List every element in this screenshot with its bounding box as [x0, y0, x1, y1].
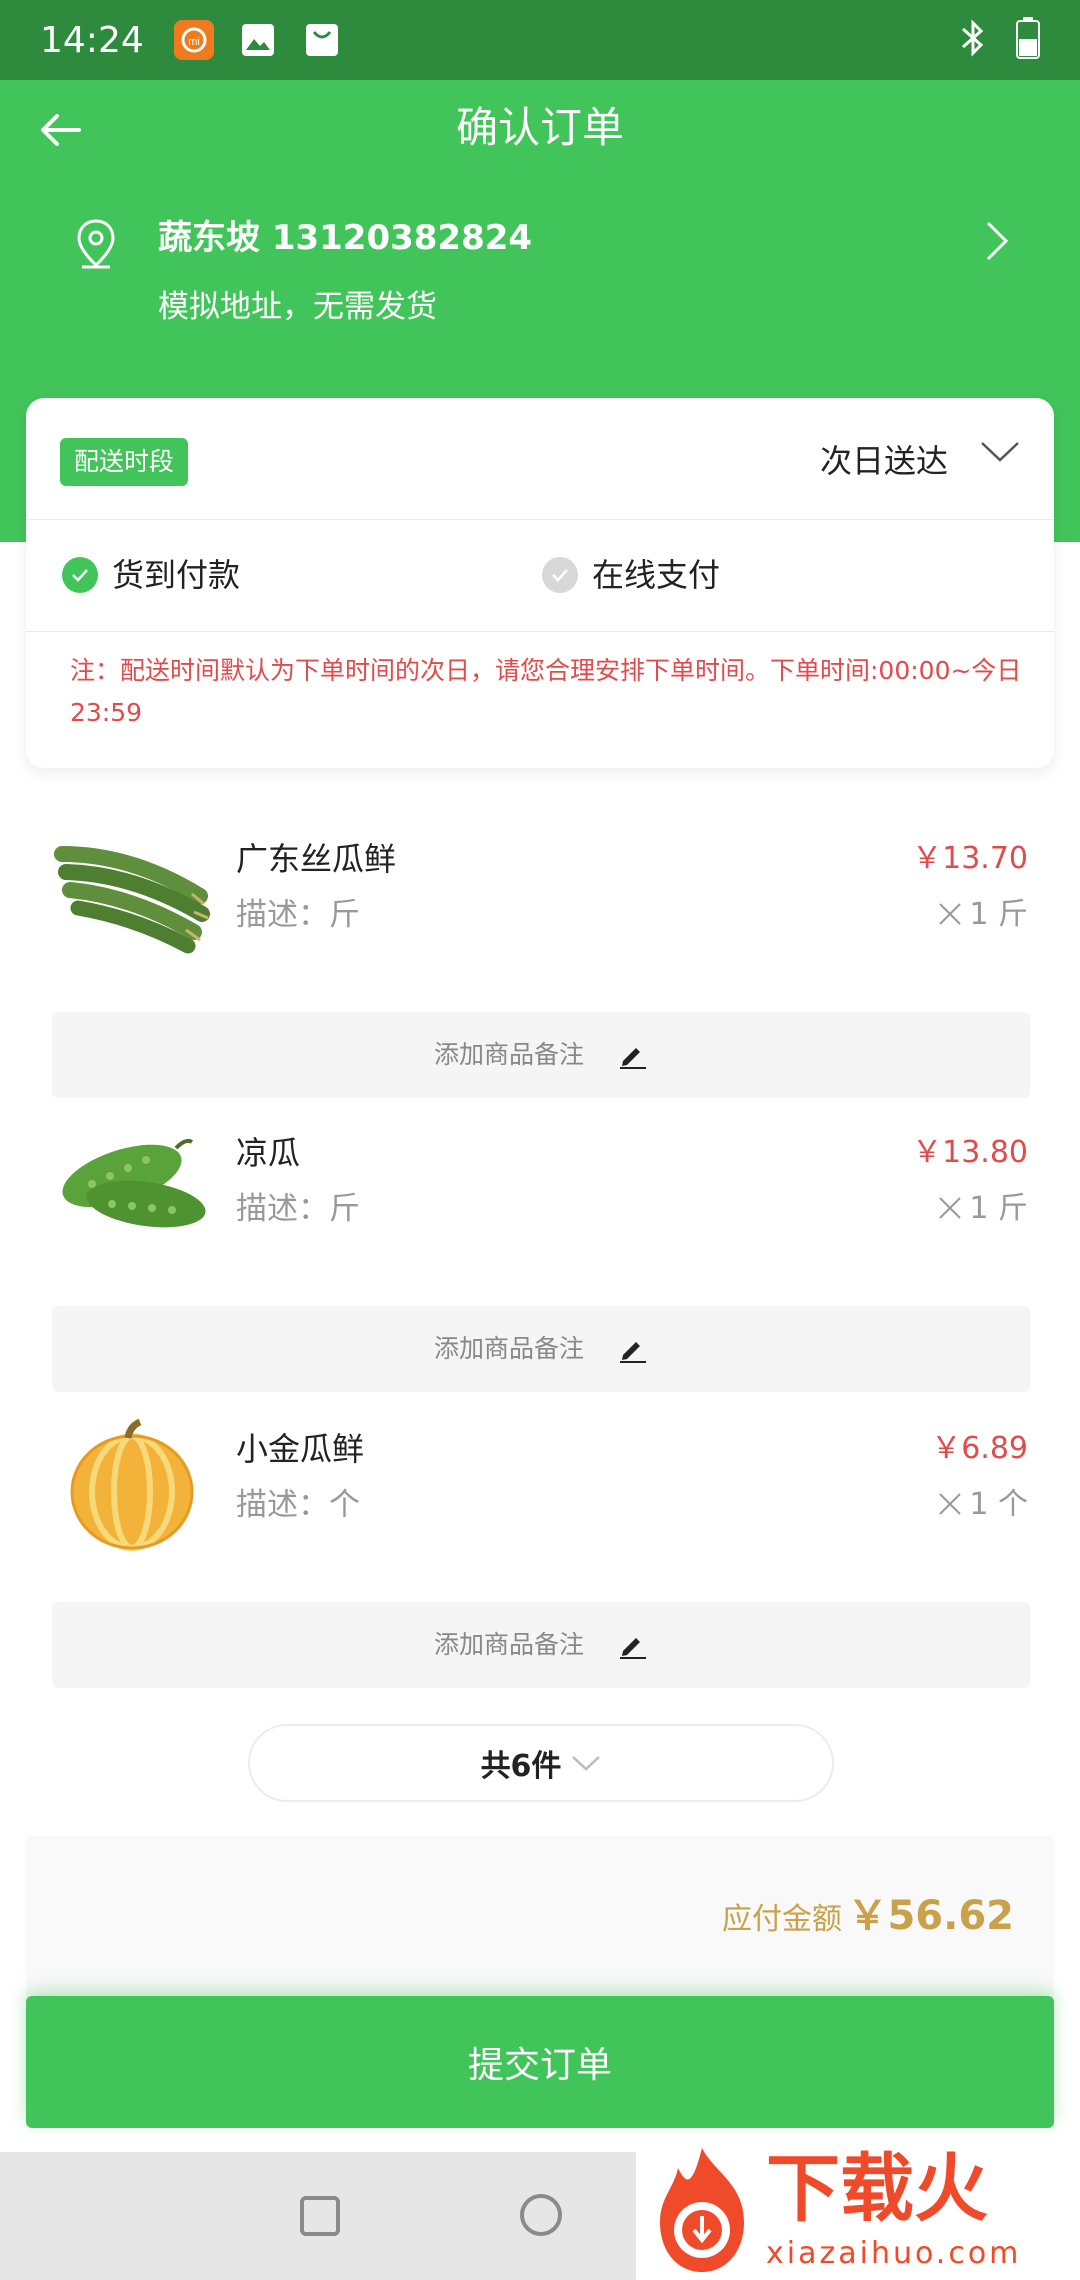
expand-items-button[interactable]: 共6件: [248, 1724, 834, 1802]
product-price: ￥13.80: [912, 1135, 1028, 1170]
product-name: 广东丝瓜鲜: [236, 840, 397, 878]
remark-label: 添加商品备注: [433, 1334, 584, 1363]
product-name: 小金瓜鲜: [236, 1430, 365, 1468]
watermark-title: 下载火: [766, 2146, 988, 2232]
product-item: 小金瓜鲜 描述：个 ￥6.89 1 个 添加商品备注: [0, 1404, 1080, 1698]
payment-option-label: 货到付款: [112, 556, 241, 594]
bag-icon: [302, 20, 342, 60]
bluetooth-icon: [960, 18, 986, 62]
product-price: ￥6.89: [931, 1431, 1028, 1466]
times-icon: [939, 903, 962, 925]
location-pin-icon: [76, 219, 116, 273]
check-selected-icon: [62, 557, 98, 593]
product-desc: 描述：斤: [236, 1191, 360, 1227]
gallery-icon: [238, 20, 278, 60]
edit-pencil-icon: [620, 1048, 646, 1069]
amount-summary: 应付金额 ￥56.62: [26, 1836, 1054, 2012]
pumpkin-image: [52, 1404, 212, 1564]
product-qty: 1 斤: [937, 1184, 1028, 1234]
check-unselected-icon: [542, 557, 578, 593]
item-count-label: 共6件: [480, 1749, 562, 1784]
flame-logo-icon: [644, 2144, 760, 2280]
amount-label: 应付金额: [722, 1902, 842, 1937]
product-item: 凉瓜 描述：斤 ￥13.80 1 斤 添加商品备注: [0, 1108, 1080, 1402]
watermark: 下载火 xiazaihuo.com: [636, 2140, 1080, 2280]
add-remark-button[interactable]: 添加商品备注: [52, 1012, 1030, 1098]
address-selector[interactable]: 蔬东坡 13120382824 模拟地址，无需发货: [70, 205, 1020, 335]
add-remark-button[interactable]: 添加商品备注: [52, 1306, 1030, 1392]
order-options-card: 配送时段 次日送达 货到付款 在线支付 注：配送时间默认为下单时间的次日，请您合…: [26, 398, 1054, 768]
battery-icon: [1016, 17, 1040, 63]
status-bar: 14:24 mi: [0, 0, 1080, 80]
remark-label: 添加商品备注: [433, 1630, 584, 1659]
remark-label: 添加商品备注: [433, 1040, 584, 1069]
status-time: 14:24: [40, 19, 144, 61]
amount-value: ￥56.62: [847, 1893, 1014, 1939]
payment-method-row: 货到付款 在线支付: [26, 520, 1054, 632]
mi-app-icon: mi: [173, 20, 214, 60]
order-confirm-screen: 14:24 mi 确认订单 蔬东坡 13120382824 模拟地址，无需发货: [0, 0, 1080, 2280]
delivery-time-selector[interactable]: 配送时段 次日送达: [26, 398, 1054, 520]
product-desc: 描述：个: [236, 1487, 360, 1523]
times-icon: [939, 1197, 962, 1219]
edit-pencil-icon: [620, 1638, 646, 1659]
payment-option-label: 在线支付: [592, 556, 721, 594]
product-qty-value: 1 斤: [969, 897, 1028, 932]
recent-apps-button[interactable]: [300, 2196, 340, 2236]
address-name-phone: 蔬东坡 13120382824: [158, 218, 533, 258]
home-button[interactable]: [520, 2194, 562, 2236]
chevron-right-icon: [984, 219, 1010, 267]
product-qty: 1 斤: [937, 890, 1028, 940]
svg-text:mi: mi: [188, 36, 200, 48]
payment-option-cod[interactable]: 货到付款: [62, 550, 240, 600]
product-price: ￥13.70: [912, 841, 1028, 876]
bitter-melon-image: [52, 1108, 212, 1268]
luffa-image: [52, 814, 212, 974]
watermark-subtitle: xiazaihuo.com: [766, 2236, 1022, 2271]
product-desc: 描述：斤: [236, 897, 360, 933]
product-qty-value: 1 斤: [969, 1191, 1028, 1226]
delivery-time-value: 次日送达: [819, 442, 948, 480]
times-icon: [939, 1493, 962, 1515]
product-qty: 1 个: [937, 1480, 1028, 1530]
delivery-note: 注：配送时间默认为下单时间的次日，请您合理安排下单时间。下单时间:00:00~今…: [70, 656, 1022, 727]
add-remark-button[interactable]: 添加商品备注: [52, 1602, 1030, 1688]
delivery-time-badge: 配送时段: [60, 438, 189, 486]
product-qty-value: 1 个: [969, 1487, 1028, 1522]
address-detail: 模拟地址，无需发货: [158, 289, 437, 325]
submit-order-button[interactable]: 提交订单: [26, 1996, 1054, 2128]
edit-pencil-icon: [620, 1342, 646, 1363]
payment-option-online[interactable]: 在线支付: [542, 550, 720, 600]
chevron-down-icon: [572, 1756, 601, 1771]
page-title: 确认订单: [455, 103, 624, 152]
product-item: 广东丝瓜鲜 描述：斤 ￥13.70 1 斤 添加商品备注: [0, 814, 1080, 1108]
chevron-down-icon: [980, 440, 1020, 468]
product-name: 凉瓜: [236, 1134, 301, 1172]
